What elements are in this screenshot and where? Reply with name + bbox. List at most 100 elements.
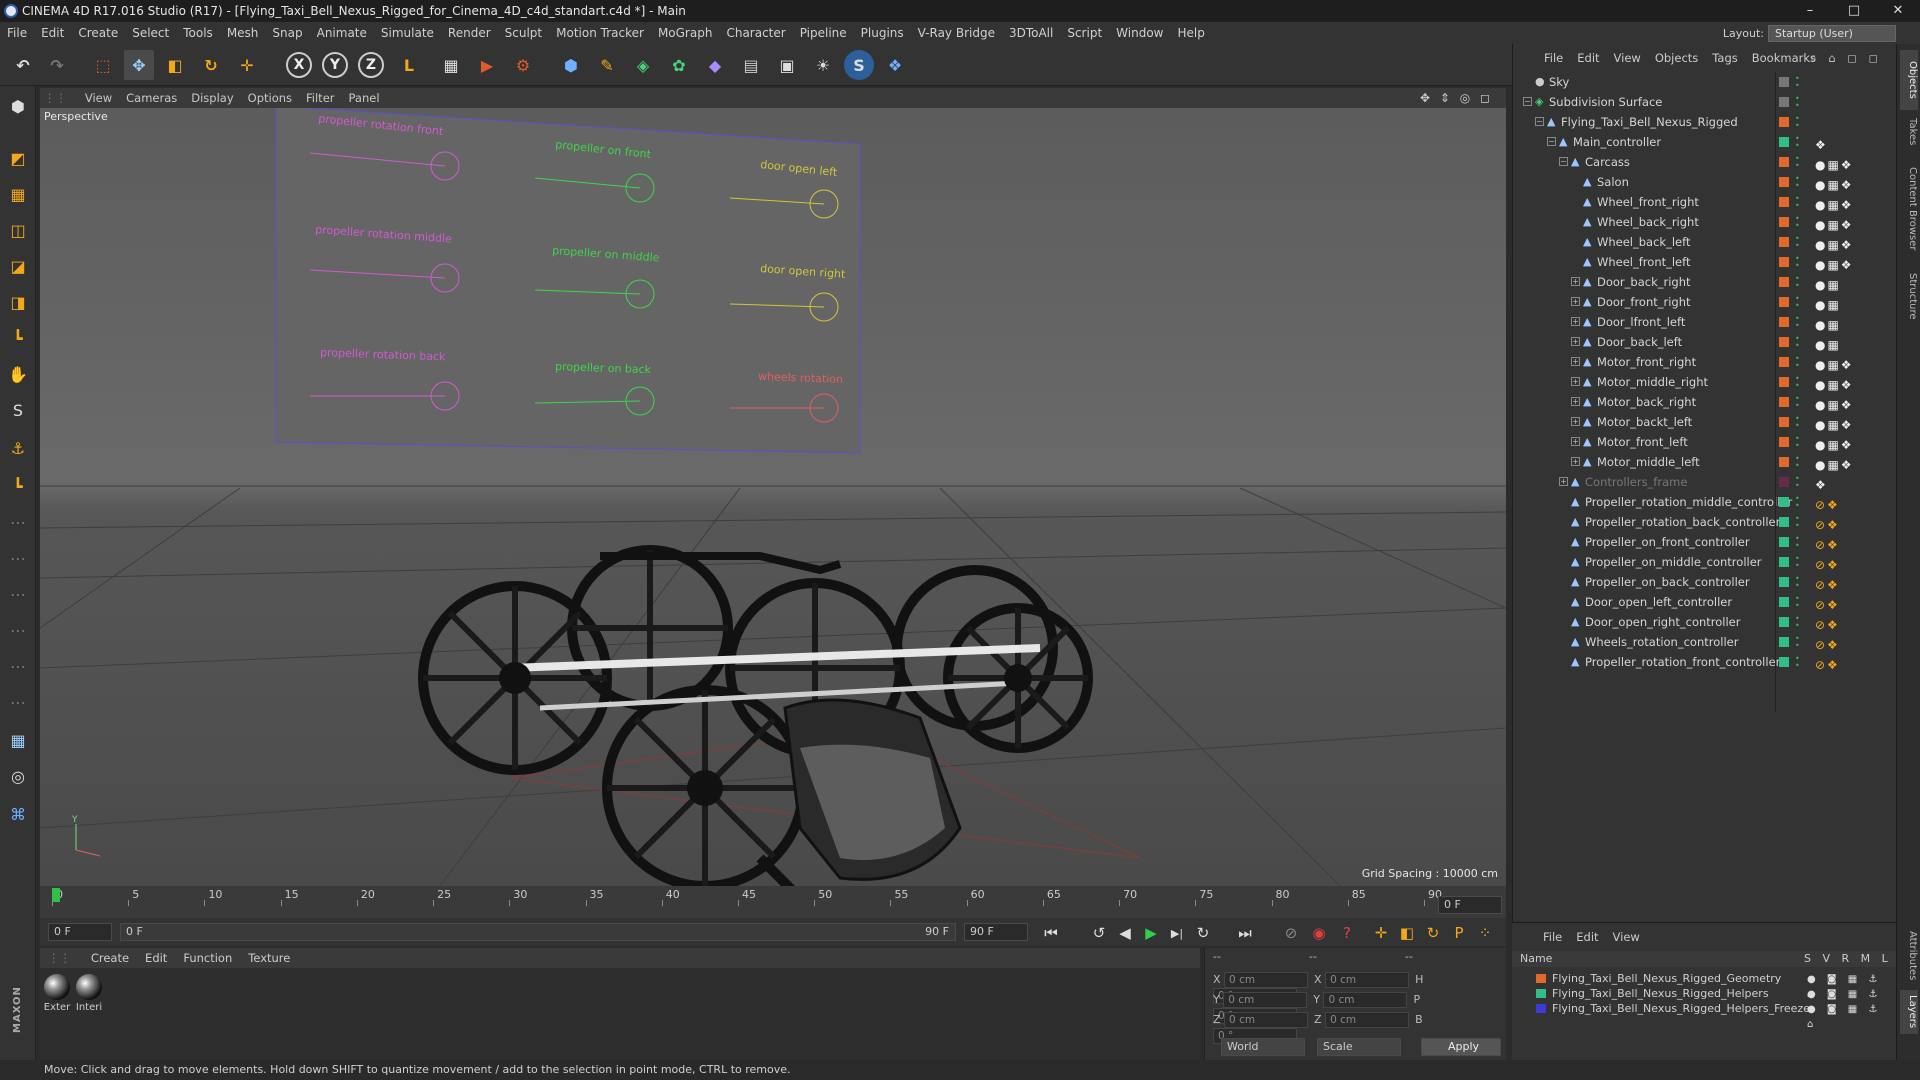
minimize-button[interactable]: –	[1788, 0, 1832, 22]
object-row[interactable]: + ▲ Controllers_frame • • ❖	[1513, 472, 1897, 492]
material-menu-function[interactable]: Function	[175, 948, 240, 968]
om-menu-edit[interactable]: Edit	[1570, 48, 1606, 68]
visibility-dots-icon[interactable]: • •	[1795, 575, 1801, 590]
layer-color-swatch[interactable]	[1779, 417, 1789, 427]
visibility-dots-icon[interactable]: • •	[1795, 595, 1801, 610]
menu-simulate[interactable]: Simulate	[374, 22, 441, 44]
object-name[interactable]: Door_front_right	[1597, 292, 1691, 312]
object-row[interactable]: ▲ Propeller_rotation_front_controller • • ⊘…	[1513, 652, 1897, 673]
maximize-button[interactable]: □	[1832, 0, 1876, 22]
viewport-menu-display[interactable]: Display	[184, 88, 240, 108]
motion-path-icon[interactable]: ⊘	[1280, 922, 1302, 944]
undo-icon[interactable]: ↶	[8, 50, 38, 80]
scale-mode-dropdown[interactable]: Scale	[1317, 1038, 1401, 1056]
menu-render[interactable]: Render	[441, 22, 498, 44]
render-view-icon[interactable]: ▦	[436, 50, 466, 80]
menu-3dtoall[interactable]: 3DToAll	[1002, 22, 1060, 44]
close-button[interactable]: ✕	[1876, 0, 1920, 22]
menu-mesh[interactable]: Mesh	[220, 22, 266, 44]
object-name[interactable]: Controllers_frame	[1585, 472, 1687, 492]
position-y-field[interactable]: 0 cm	[1223, 992, 1308, 1008]
axis-mode-icon[interactable]: ✋	[4, 360, 32, 388]
object-row[interactable]: ▲ Wheels_rotation_controller • • ⊘❖	[1513, 632, 1897, 653]
layer-color-swatch[interactable]	[1536, 974, 1546, 983]
key-pla-icon[interactable]: ⁘	[1474, 922, 1496, 944]
layer-color-swatch[interactable]	[1779, 337, 1789, 347]
layer-color-swatch[interactable]	[1779, 657, 1789, 667]
deformer-icon[interactable]: ◆	[700, 50, 730, 80]
layer-row[interactable]: Flying_Taxi_Bell_Nexus_Rigged_Helpers_Fr…	[1512, 1001, 1896, 1030]
locked-workplane-icon[interactable]: ⋯	[4, 508, 32, 536]
snap-icon[interactable]: ⚓	[4, 434, 32, 462]
points-mode-icon[interactable]: ◪	[4, 252, 32, 280]
key-rotation-icon[interactable]: ↻	[1422, 922, 1444, 944]
object-row[interactable]: − ◈ Subdivision Surface • •	[1513, 92, 1897, 112]
object-name[interactable]: Wheels_rotation_controller	[1585, 632, 1738, 652]
layer-color-swatch[interactable]	[1779, 577, 1789, 587]
object-name[interactable]: Motor_middle_right	[1597, 372, 1708, 392]
expand-icon[interactable]: +	[1571, 337, 1580, 346]
object-row[interactable]: − ▲ Main_controller • • ❖	[1513, 132, 1897, 152]
size-x-field[interactable]: 0 cm	[1325, 972, 1410, 988]
object-name[interactable]: Motor_front_left	[1597, 432, 1688, 452]
expand-icon[interactable]: +	[1571, 377, 1580, 386]
expand-icon[interactable]: +	[1571, 317, 1580, 326]
object-row[interactable]: + ▲ Motor_back_right • • ●▦❖	[1513, 392, 1897, 412]
object-row[interactable]: ▲ Wheel_front_right • • ●▦❖	[1513, 192, 1897, 213]
layer-color-swatch[interactable]	[1779, 497, 1789, 507]
menu-help[interactable]: Help	[1170, 22, 1211, 44]
magnet-icon[interactable]: ⋯	[4, 688, 32, 716]
material-interior[interactable]: Interi	[74, 974, 104, 1013]
visibility-dots-icon[interactable]: • •	[1795, 635, 1801, 650]
collapse-icon[interactable]: −	[1559, 157, 1568, 166]
tab-structure[interactable]: Structure	[1900, 266, 1918, 326]
object-name[interactable]: Sky	[1549, 72, 1569, 92]
object-name[interactable]: Motor_middle_left	[1597, 452, 1700, 472]
visibility-dots-icon[interactable]: • •	[1795, 275, 1801, 290]
apply-button[interactable]: Apply	[1421, 1038, 1501, 1056]
next-frame-icon[interactable]: ▶|	[1166, 922, 1188, 944]
om-menu-objects[interactable]: Objects	[1648, 48, 1705, 68]
current-frame-field[interactable]: 0 F	[1438, 896, 1502, 914]
subdivision-generator-icon[interactable]: ◈	[628, 50, 658, 80]
object-name[interactable]: Subdivision Surface	[1549, 92, 1662, 112]
visibility-dots-icon[interactable]: • •	[1795, 295, 1801, 310]
om-menu-view[interactable]: View	[1607, 48, 1648, 68]
visibility-dots-icon[interactable]: • •	[1795, 355, 1801, 370]
collapse-icon[interactable]: −	[1523, 97, 1532, 106]
viewport-navigation-icons[interactable]: ✥ ⇕ ◎ ◻	[1413, 88, 1500, 108]
record-keys-icon[interactable]: ◉	[1308, 922, 1330, 944]
object-name[interactable]: Door_back_right	[1597, 272, 1691, 292]
size-y-field[interactable]: 0 cm	[1323, 992, 1408, 1008]
autokey-icon[interactable]: ?	[1336, 922, 1358, 944]
object-name[interactable]: Propeller_on_back_controller	[1585, 572, 1750, 592]
layout-dropdown[interactable]: Startup (User)	[1768, 25, 1896, 42]
layer-color-swatch[interactable]	[1779, 237, 1789, 247]
menu-snap[interactable]: Snap	[265, 22, 309, 44]
visibility-dots-icon[interactable]: • •	[1795, 215, 1801, 230]
layer-color-swatch[interactable]	[1779, 257, 1789, 267]
expand-icon[interactable]: +	[1571, 417, 1580, 426]
expand-icon[interactable]: +	[1559, 477, 1568, 486]
layer-color-swatch[interactable]	[1779, 117, 1789, 127]
mograph-cloner-icon[interactable]: ✿	[664, 50, 694, 80]
visibility-dots-icon[interactable]: • •	[1795, 335, 1801, 350]
rotate-tool-icon[interactable]: ↻	[196, 50, 226, 80]
layer-color-swatch[interactable]	[1779, 297, 1789, 307]
layer-color-swatch[interactable]	[1779, 537, 1789, 547]
visibility-dots-icon[interactable]: • •	[1795, 235, 1801, 250]
layer-color-swatch[interactable]	[1779, 137, 1789, 147]
workplane-mode-icon[interactable]: ◫	[4, 216, 32, 244]
visibility-dots-icon[interactable]: • •	[1795, 195, 1801, 210]
visibility-dots-icon[interactable]: • •	[1795, 175, 1801, 190]
material-menu-texture[interactable]: Texture	[240, 948, 298, 968]
start-frame-field[interactable]: 0 F	[48, 923, 112, 941]
expand-icon[interactable]: +	[1571, 297, 1580, 306]
polygons-mode-icon[interactable]: ┗	[4, 324, 32, 352]
object-name[interactable]: Wheel_front_right	[1597, 192, 1699, 212]
transform-tool-icon[interactable]: ✛	[232, 50, 262, 80]
object-name[interactable]: Wheel_front_left	[1597, 252, 1691, 272]
layer-color-swatch[interactable]	[1779, 157, 1789, 167]
object-name[interactable]: Wheel_back_left	[1597, 232, 1690, 252]
visibility-dots-icon[interactable]: • •	[1795, 555, 1801, 570]
